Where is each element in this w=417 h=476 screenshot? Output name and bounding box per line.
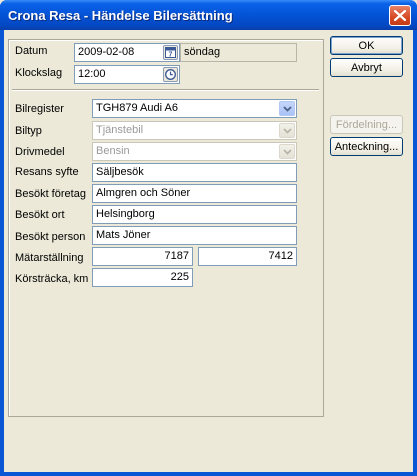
car-register-label: Bilregister bbox=[15, 103, 64, 115]
clock-button[interactable] bbox=[163, 67, 178, 82]
distance-field[interactable]: 225 bbox=[92, 268, 193, 287]
purpose-label: Resans syfte bbox=[15, 166, 79, 178]
weekday-value: söndag bbox=[184, 46, 221, 58]
separator bbox=[12, 89, 319, 91]
note-button[interactable]: Anteckning... bbox=[330, 137, 403, 156]
svg-text:7: 7 bbox=[169, 52, 173, 59]
person-label: Besökt person bbox=[15, 231, 86, 243]
location-field[interactable]: Helsingborg bbox=[92, 205, 297, 224]
person-value: Mats Jöner bbox=[96, 229, 151, 241]
chevron-down-icon bbox=[283, 128, 292, 134]
clock-icon bbox=[165, 69, 176, 80]
distribution-button: Fördelning... bbox=[330, 115, 403, 134]
distance-value: 225 bbox=[170, 271, 189, 283]
window-title: Crona Resa - Händelse Bilersättning bbox=[8, 8, 233, 23]
close-icon bbox=[394, 10, 406, 21]
fuel-label: Drivmedel bbox=[15, 146, 65, 158]
chevron-down-icon bbox=[283, 149, 292, 155]
ok-button[interactable]: OK bbox=[330, 36, 403, 55]
purpose-field[interactable]: Säljbesök bbox=[92, 163, 297, 182]
person-field[interactable]: Mats Jöner bbox=[92, 226, 297, 245]
odometer-end-value: 7412 bbox=[268, 250, 293, 262]
time-value: 12:00 bbox=[78, 68, 106, 80]
window-frame-bottom bbox=[0, 472, 417, 476]
car-register-value: TGH879 Audi A6 bbox=[96, 102, 178, 114]
fuel-value: Bensin bbox=[96, 145, 130, 157]
location-value: Helsingborg bbox=[96, 208, 155, 220]
fuel-select: Bensin bbox=[92, 142, 297, 161]
calendar-icon: 7 bbox=[165, 47, 176, 59]
time-label: Klockslag bbox=[15, 67, 63, 79]
car-type-value: Tjänstebil bbox=[96, 124, 144, 136]
company-field[interactable]: Almgren och Söner bbox=[92, 184, 297, 203]
odometer-start-value: 7187 bbox=[164, 250, 189, 262]
car-type-dropdown-button bbox=[279, 123, 295, 138]
time-field[interactable]: 12:00 bbox=[74, 65, 180, 84]
company-label: Besökt företag bbox=[15, 188, 86, 200]
odometer-label: Mätarställning bbox=[15, 252, 84, 264]
date-label: Datum bbox=[15, 45, 48, 57]
cancel-button[interactable]: Avbryt bbox=[330, 58, 403, 77]
date-value: 2009-02-08 bbox=[78, 46, 135, 58]
close-button[interactable] bbox=[389, 5, 411, 26]
car-type-select: Tjänstebil bbox=[92, 121, 297, 140]
company-value: Almgren och Söner bbox=[96, 187, 191, 199]
chevron-down-icon bbox=[283, 106, 292, 112]
odometer-end-field[interactable]: 7412 bbox=[198, 247, 297, 266]
dialog-window: Crona Resa - Händelse Bilersättning Datu… bbox=[0, 0, 417, 476]
distance-label: Körsträcka, km bbox=[15, 273, 89, 285]
dialog-client-area: Datum 2009-02-08 7 söndag Klockslag 12:0… bbox=[4, 30, 413, 472]
purpose-value: Säljbesök bbox=[96, 166, 144, 178]
car-type-label: Biltyp bbox=[15, 125, 42, 137]
title-bar[interactable]: Crona Resa - Händelse Bilersättning bbox=[0, 0, 417, 30]
date-field[interactable]: 2009-02-08 7 bbox=[74, 43, 180, 62]
odometer-start-field[interactable]: 7187 bbox=[92, 247, 193, 266]
weekday-display: söndag bbox=[180, 43, 297, 62]
fuel-dropdown-button bbox=[279, 144, 295, 159]
location-label: Besökt ort bbox=[15, 209, 65, 221]
car-register-dropdown-button[interactable] bbox=[279, 101, 295, 116]
car-register-select[interactable]: TGH879 Audi A6 bbox=[92, 99, 297, 118]
calendar-button[interactable]: 7 bbox=[163, 45, 178, 60]
